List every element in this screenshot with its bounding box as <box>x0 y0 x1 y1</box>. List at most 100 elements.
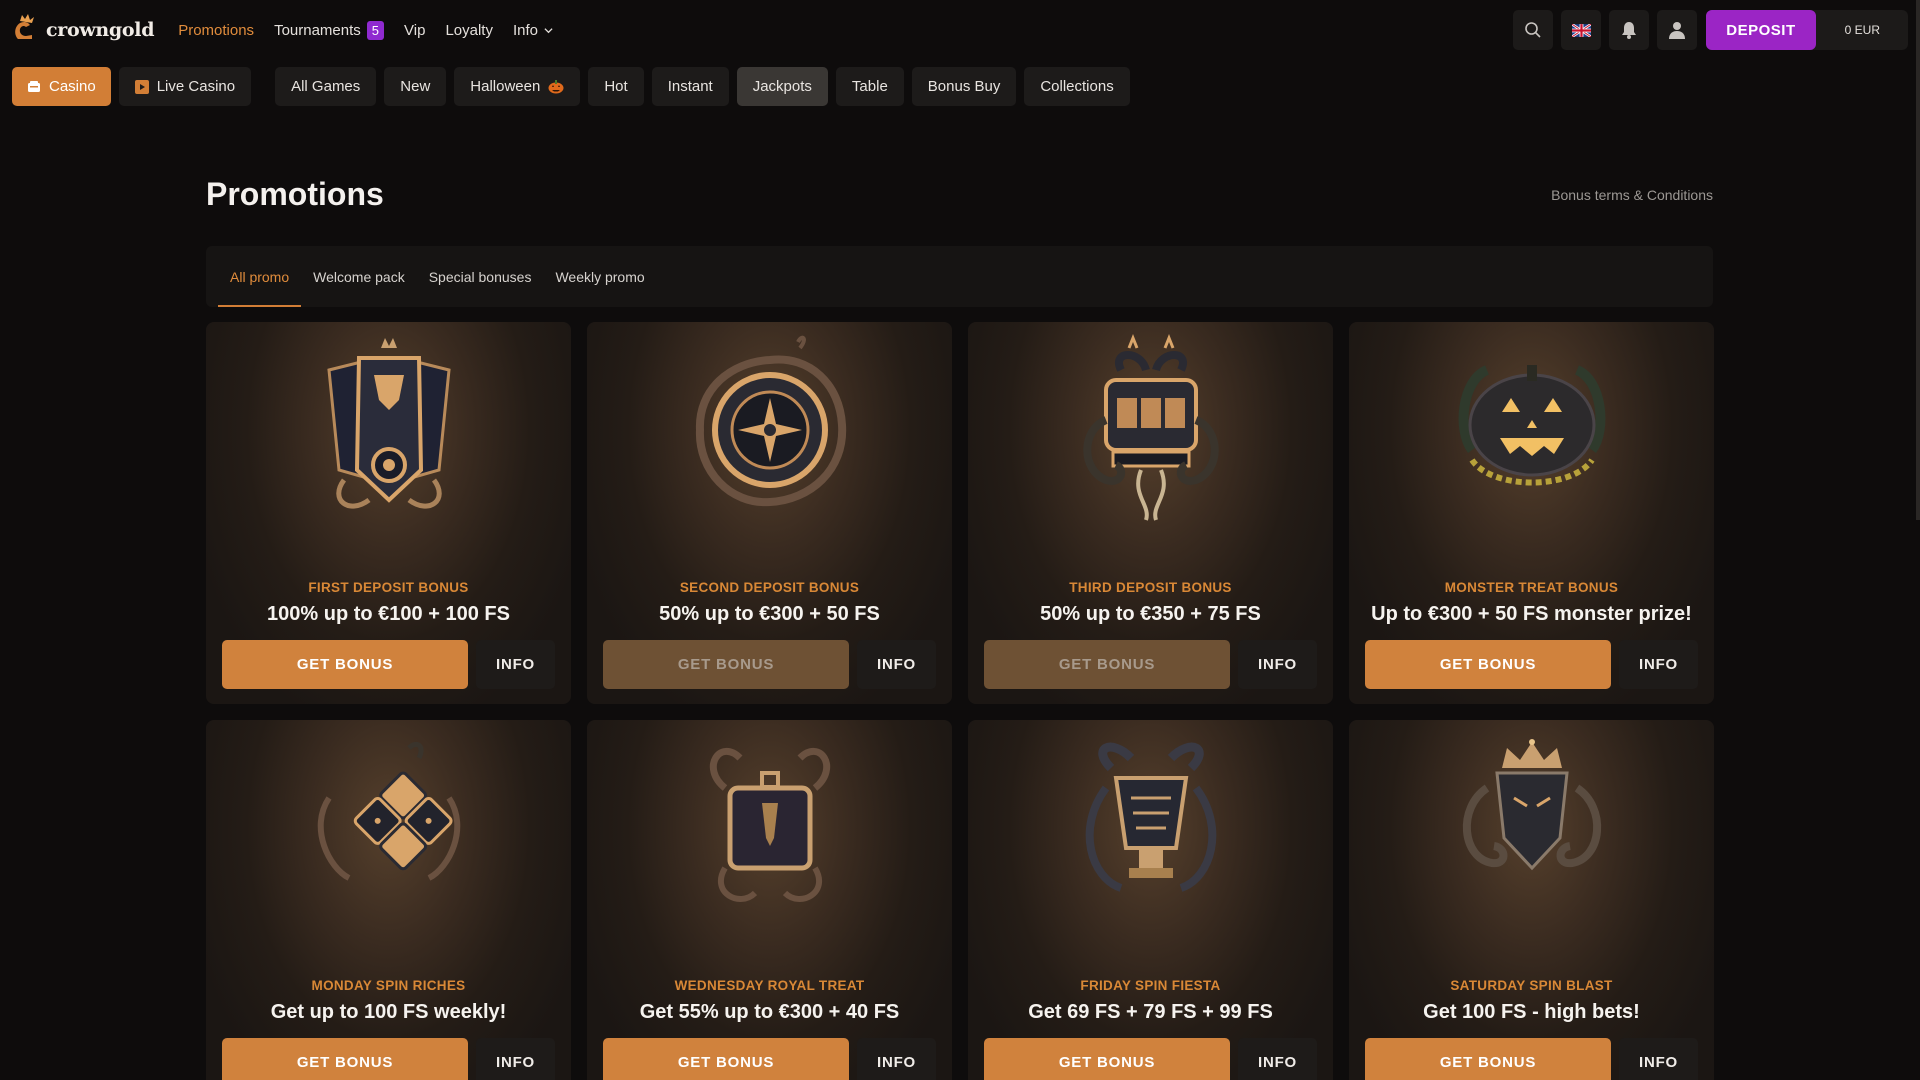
tab-all-promo[interactable]: All promo <box>218 246 302 307</box>
crown-logo-icon <box>12 13 40 48</box>
promo-card: MONSTER TREAT BONUS Up to €300 + 50 FS m… <box>1349 322 1714 704</box>
bell-icon <box>1622 22 1637 39</box>
promo-title: SECOND DEPOSIT BONUS <box>679 580 860 595</box>
promo-info: THIRD DEPOSIT BONUS 50% up to €350 + 75 … <box>968 580 1333 626</box>
tab-weekly-promo[interactable]: Weekly promo <box>543 246 656 307</box>
tournaments-count-badge: 5 <box>366 20 385 40</box>
treasure-chest-icon <box>709 748 830 902</box>
info-button[interactable]: INFO <box>1238 640 1317 689</box>
promo-info: FRIDAY SPIN FIESTA Get 69 FS + 79 FS + 9… <box>968 978 1333 1024</box>
nav-promotions[interactable]: Promotions <box>178 22 254 39</box>
uk-flag-icon <box>1571 23 1591 37</box>
promo-description: Get 55% up to €300 + 40 FS <box>639 1001 900 1023</box>
roulette-snake-icon <box>695 335 846 507</box>
category-jackpots[interactable]: Jackpots <box>736 67 828 106</box>
category-all-games[interactable]: All Games <box>275 67 377 106</box>
category-live-casino[interactable]: Live Casino <box>118 67 252 106</box>
profile-button[interactable] <box>1657 10 1698 50</box>
category-bar: Casino Live Casino All Games New Hallowe… <box>12 67 1130 106</box>
category-label: Bonus Buy <box>927 78 1001 95</box>
promo-title: FIRST DEPOSIT BONUS <box>308 580 469 595</box>
wallet-widget: DEPOSIT 0 EUR <box>1706 10 1908 50</box>
page-title: Promotions <box>206 176 384 212</box>
category-label: Hot <box>604 78 628 95</box>
nav-loyalty[interactable]: Loyalty <box>445 22 493 39</box>
promo-actions: GET BONUS INFO <box>1365 640 1698 689</box>
promo-card: FRIDAY SPIN FIESTA Get 69 FS + 79 FS + 9… <box>968 720 1333 1080</box>
casino-icon <box>28 80 40 92</box>
promo-actions: GET BONUS INFO <box>222 1038 555 1080</box>
notifications-button[interactable] <box>1609 10 1650 50</box>
tab-special-bonuses[interactable]: Special bonuses <box>417 246 544 307</box>
category-table[interactable]: Table <box>835 67 904 106</box>
header-actions: DEPOSIT 0 EUR <box>1513 10 1908 50</box>
get-bonus-button[interactable]: GET BONUS <box>984 640 1230 689</box>
nav-tournaments[interactable]: Tournaments 5 <box>274 20 385 40</box>
get-bonus-button[interactable]: GET BONUS <box>222 1038 468 1080</box>
crowned-snake-icon <box>1462 739 1601 871</box>
promo-title: THIRD DEPOSIT BONUS <box>1069 580 1232 595</box>
category-instant[interactable]: Instant <box>651 67 729 106</box>
promo-card: SECOND DEPOSIT BONUS 50% up to €300 + 50… <box>587 322 952 704</box>
logo[interactable]: crowngold <box>12 13 154 48</box>
category-label: New <box>400 78 431 95</box>
get-bonus-button[interactable]: GET BONUS <box>222 640 468 689</box>
promo-actions: GET BONUS INFO <box>984 1038 1317 1080</box>
nav-label: Loyalty <box>445 21 493 39</box>
bonus-terms-link[interactable]: Bonus terms & Conditions <box>1551 187 1713 203</box>
nav-vip[interactable]: Vip <box>404 22 425 39</box>
info-button[interactable]: INFO <box>1619 1038 1698 1080</box>
promo-description: 50% up to €300 + 50 FS <box>659 603 880 625</box>
category-label: Table <box>851 78 888 95</box>
nav-label: Tournaments <box>274 21 361 39</box>
category-new[interactable]: New <box>384 67 447 106</box>
shield-cards-icon <box>326 338 451 509</box>
get-bonus-button[interactable]: GET BONUS <box>603 640 849 689</box>
promo-info: FIRST DEPOSIT BONUS 100% up to €100 + 10… <box>206 580 571 626</box>
get-bonus-button[interactable]: GET BONUS <box>984 1038 1230 1080</box>
tab-welcome-pack[interactable]: Welcome pack <box>301 246 417 307</box>
nav-label: Promotions <box>178 21 255 39</box>
promo-info: WEDNESDAY ROYAL TREAT Get 55% up to €300… <box>587 978 952 1024</box>
promo-actions: GET BONUS INFO <box>1365 1038 1698 1080</box>
info-button[interactable]: INFO <box>476 1038 555 1080</box>
nav-label: Info <box>512 21 538 39</box>
info-button[interactable]: INFO <box>857 1038 936 1080</box>
category-collections[interactable]: Collections <box>1024 67 1130 106</box>
search-icon <box>1525 22 1541 38</box>
promo-title: WEDNESDAY ROYAL TREAT <box>674 978 865 993</box>
nav-label: Vip <box>404 21 426 39</box>
dice-snake-icon <box>317 741 460 881</box>
promo-info: MONDAY SPIN RICHES Get up to 100 FS week… <box>206 978 571 1024</box>
slot-machine-icon <box>1082 333 1219 521</box>
promo-description: Get up to 100 FS weekly! <box>270 1001 507 1023</box>
live-icon <box>134 79 149 94</box>
get-bonus-button[interactable]: GET BONUS <box>603 1038 849 1080</box>
search-button[interactable] <box>1513 10 1554 50</box>
category-label: Collections <box>1040 78 1114 95</box>
info-button[interactable]: INFO <box>1619 640 1698 689</box>
category-label: Casino <box>49 78 96 95</box>
get-bonus-button[interactable]: GET BONUS <box>1365 1038 1611 1080</box>
category-casino[interactable]: Casino <box>12 67 111 106</box>
goblet-snake-icon <box>1085 742 1216 892</box>
category-label: Live Casino <box>156 78 236 95</box>
info-button[interactable]: INFO <box>476 640 555 689</box>
deposit-button[interactable]: DEPOSIT <box>1706 10 1816 50</box>
page-scrollbar[interactable] <box>1916 0 1920 520</box>
category-halloween[interactable]: Halloween <box>454 67 581 106</box>
promo-card: THIRD DEPOSIT BONUS 50% up to €350 + 75 … <box>968 322 1333 704</box>
category-hot[interactable]: Hot <box>588 67 644 106</box>
category-bonus-buy[interactable]: Bonus Buy <box>911 67 1017 106</box>
promo-actions: GET BONUS INFO <box>222 640 555 689</box>
info-button[interactable]: INFO <box>857 640 936 689</box>
logo-text: crowngold <box>46 19 155 41</box>
nav-info[interactable]: Info <box>513 22 553 39</box>
promo-title: MONDAY SPIN RICHES <box>311 978 466 993</box>
get-bonus-button[interactable]: GET BONUS <box>1365 640 1611 689</box>
balance-display[interactable]: 0 EUR <box>1816 23 1908 37</box>
info-button[interactable]: INFO <box>1238 1038 1317 1080</box>
promo-tabs: All promo Welcome pack Special bonuses W… <box>206 246 1713 307</box>
language-button[interactable] <box>1561 10 1602 50</box>
category-label: Halloween <box>470 78 541 95</box>
